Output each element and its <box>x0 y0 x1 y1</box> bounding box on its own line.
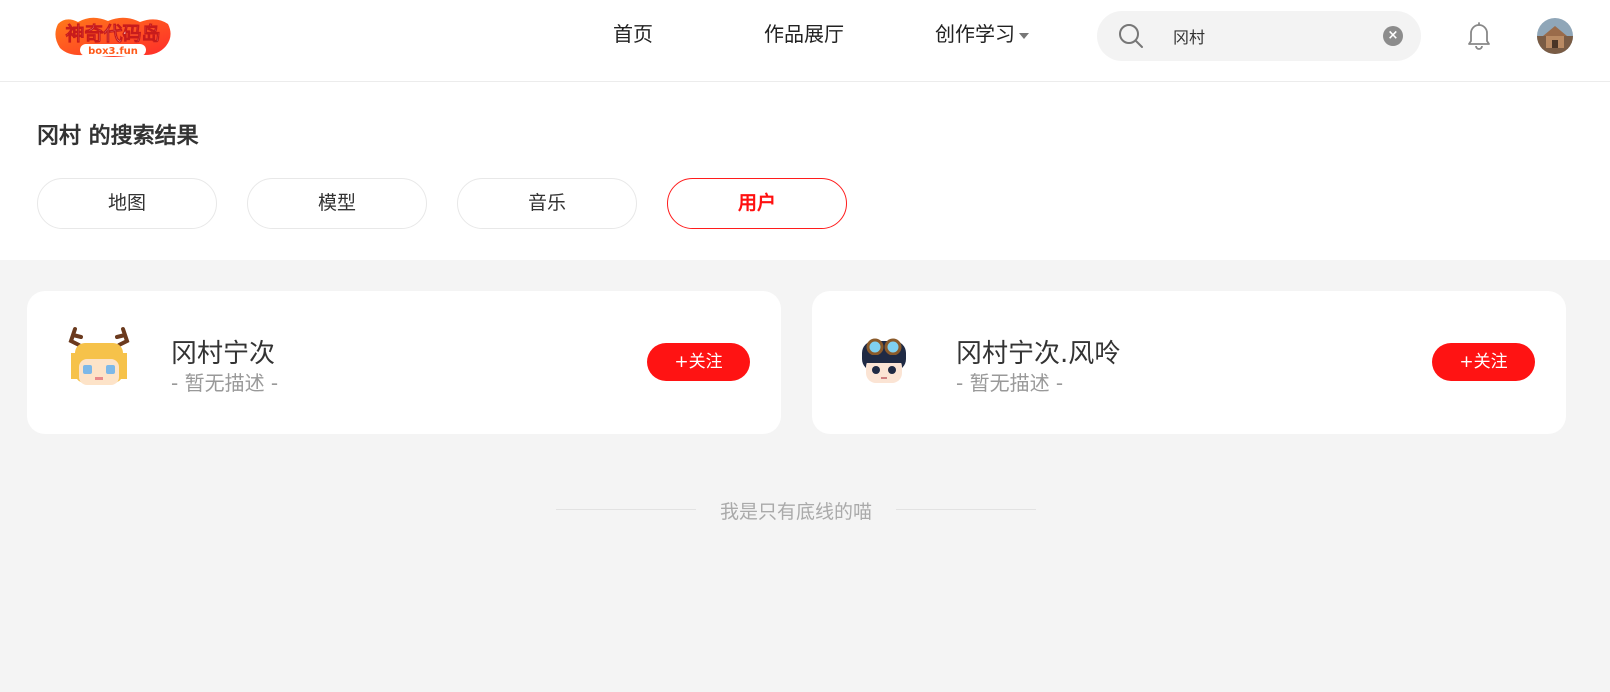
user-avatar-image[interactable] <box>61 323 137 399</box>
user-description: - 暂无描述 - <box>956 371 1064 395</box>
logo-text: 神奇代码岛 <box>65 22 160 45</box>
site-logo[interactable]: 神奇代码岛 box3.fun <box>52 14 174 60</box>
search-icon[interactable] <box>1118 23 1144 49</box>
bell-icon[interactable] <box>1465 20 1493 50</box>
tab-music[interactable]: 音乐 <box>457 178 637 229</box>
end-of-list-text: 我是只有底线的喵 <box>719 501 872 523</box>
end-of-list: 我是只有底线的喵 <box>556 497 1036 523</box>
divider-line <box>896 509 1036 510</box>
chevron-down-icon <box>1019 32 1029 39</box>
user-avatar[interactable] <box>1537 18 1573 54</box>
results-title: 冈村 的搜索结果 <box>37 124 199 149</box>
tab-model[interactable]: 模型 <box>247 178 427 229</box>
user-card[interactable]: 冈村宁次 - 暂无描述 - +关注 <box>27 291 781 434</box>
nav-home-label: 首页 <box>613 22 653 46</box>
user-name[interactable]: 冈村宁次.风呤 <box>956 333 1120 370</box>
nav-learn-dropdown[interactable]: 创作学习 <box>935 18 1029 47</box>
tab-user[interactable]: 用户 <box>667 178 847 229</box>
search-box: × <box>1097 11 1421 61</box>
tab-map[interactable]: 地图 <box>37 178 217 229</box>
user-avatar-image[interactable] <box>846 323 922 399</box>
follow-button[interactable]: +关注 <box>647 343 750 381</box>
top-navbar: 神奇代码岛 box3.fun 首页 作品展厅 创作学习 × <box>0 0 1610 82</box>
user-description: - 暂无描述 - <box>171 371 279 395</box>
nav-home[interactable]: 首页 <box>613 18 653 47</box>
logo-subtext: box3.fun <box>88 46 138 57</box>
user-card[interactable]: 冈村宁次.风呤 - 暂无描述 - +关注 <box>812 291 1566 434</box>
search-input[interactable] <box>1173 21 1373 51</box>
nav-gallery-label: 作品展厅 <box>764 22 844 46</box>
nav-learn-label: 创作学习 <box>935 22 1015 46</box>
user-name[interactable]: 冈村宁次 <box>171 333 275 370</box>
follow-button[interactable]: +关注 <box>1432 343 1535 381</box>
clear-icon[interactable]: × <box>1383 26 1403 46</box>
nav-gallery[interactable]: 作品展厅 <box>764 18 844 47</box>
search-results-header: 冈村 的搜索结果 地图 模型 音乐 用户 <box>0 82 1610 260</box>
